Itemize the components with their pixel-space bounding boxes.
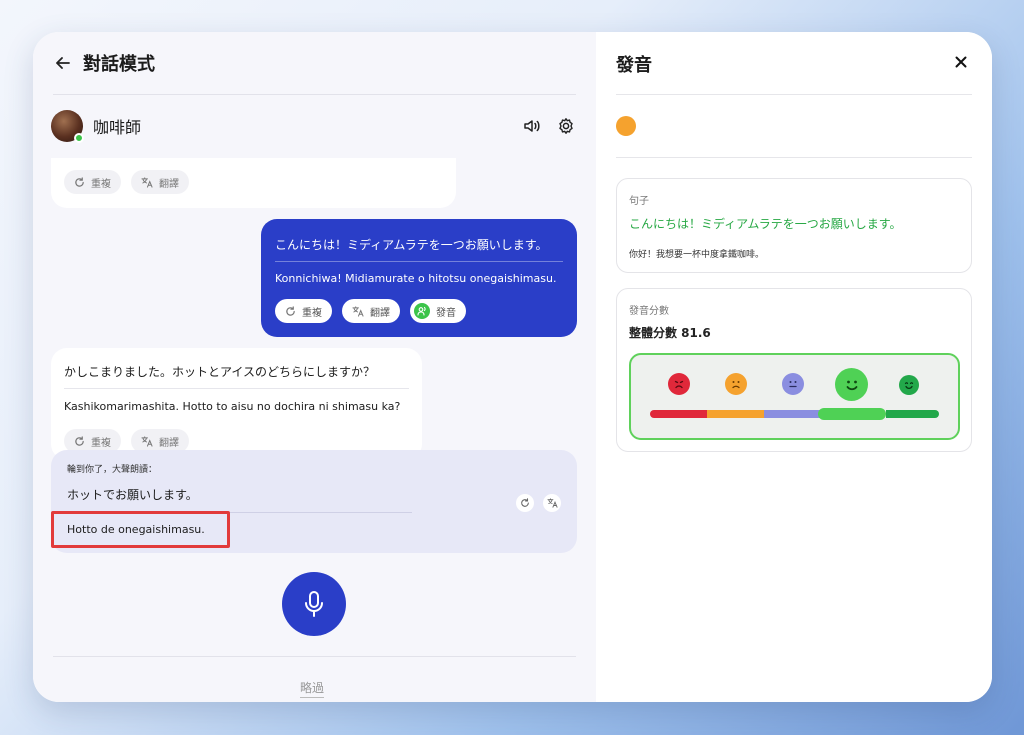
divider [64,388,409,389]
settings-gear-icon[interactable] [556,116,576,136]
microphone-button[interactable] [282,572,346,636]
pronunciation-icon [414,303,430,319]
repeat-button[interactable]: 重複 [64,170,121,194]
app-window: 對話模式 咖啡師 重複 翻譯 こんにちは！ミディアムラテを一つお願いします。 K… [33,32,992,702]
meter-segment [650,410,707,418]
divider [275,261,563,262]
very-happy-face-icon [899,375,919,395]
divider [53,656,576,657]
message-japanese: こんにちは！ミディアムラテを一つお願いします。 [275,238,548,252]
overall-score: 整體分數 81.6 [629,326,711,340]
meter-segment [818,408,886,420]
romaji-highlight-annotation [51,511,230,548]
message-bubble-user: こんにちは！ミディアムラテを一つお願いします。 Konnichiwa! Midi… [261,219,577,337]
page-title: 對話模式 [83,54,155,75]
skip-button[interactable]: 略過 [300,679,325,698]
status-dot [616,116,636,136]
divider [53,94,576,95]
meter-segment [707,410,764,418]
message-romaji: Konnichiwa! Midiamurate o hitotsu onegai… [275,272,557,285]
message-romaji: Kashikomarimashita. Hotto to aisu no doc… [64,400,401,413]
score-label: 發音分數 [629,306,669,317]
avatar [51,110,84,143]
replay-icon[interactable] [516,494,534,512]
pronunciation-pane: 發音 句子 こんにちは！ミディアムラテを一つお願いします。 你好！我想要一杯中度… [596,32,992,702]
speaker-icon[interactable] [522,116,542,136]
message-bubble-bot: かしこまりました。ホットとアイスのどちらにしますか？ Kashikomarima… [51,348,422,460]
close-icon[interactable] [952,53,970,71]
prompt-label: 輪到你了，大聲朗讀： [67,465,158,475]
message-japanese: かしこまりました。ホットとアイスのどちらにしますか？ [64,365,376,379]
translate-icon[interactable] [543,494,561,512]
sentence-card: 句子 こんにちは！ミディアムラテを一つお願いします。 你好！我想要一杯中度拿鐵咖… [616,178,972,273]
pronunciation-button[interactable]: 發音 [410,299,466,323]
sentence-label: 句子 [629,196,649,207]
score-meter [629,353,960,440]
prompt-japanese: ホットでお願いします。 [67,488,198,502]
sad-face-icon [725,373,747,395]
meter-segment [886,410,939,418]
online-status-icon [74,133,84,143]
translate-button[interactable]: 翻譯 [342,299,400,323]
translate-button[interactable]: 翻譯 [131,170,189,194]
very-sad-face-icon [668,373,690,395]
neutral-face-icon [782,373,804,395]
happy-face-icon [835,368,868,401]
meter-segment [764,410,820,418]
panel-title: 發音 [616,55,652,76]
sentence-japanese: こんにちは！ミディアムラテを一つお願いします。 [629,217,902,231]
sentence-translation: 你好！我想要一杯中度拿鐵咖啡。 [629,250,765,260]
message-bubble-bot-previous: 重複 翻譯 [51,158,456,208]
character-name: 咖啡師 [93,118,142,137]
repeat-button[interactable]: 重複 [275,299,332,323]
pronunciation-score-card: 發音分數 整體分數 81.6 [616,288,972,452]
character-header: 咖啡師 [51,108,576,144]
divider [616,157,972,158]
conversation-pane: 對話模式 咖啡師 重複 翻譯 こんにちは！ミディアムラテを一つお願いします。 K… [33,32,596,702]
divider [616,94,972,95]
microphone-icon [305,591,323,617]
back-arrow-icon[interactable] [53,53,73,73]
topbar: 對話模式 [53,50,155,76]
